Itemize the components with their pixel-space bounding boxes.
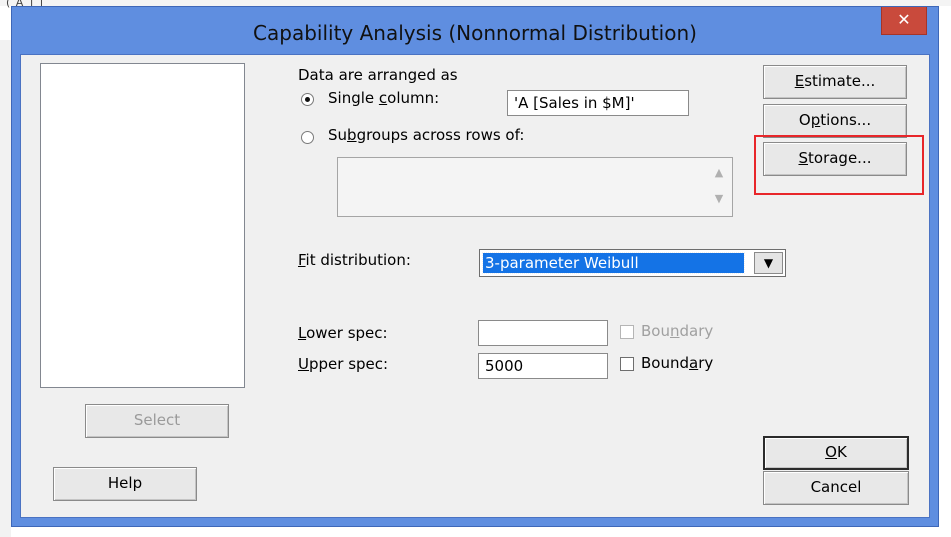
- lower-boundary-label: Boundary: [641, 322, 714, 340]
- subgroups-label[interactable]: Subgroups across rows of:: [328, 126, 524, 144]
- dialog-title: Capability Analysis (Nonnormal Distribut…: [253, 21, 697, 45]
- upper-spec-input[interactable]: 5000: [478, 353, 608, 379]
- single-column-radio[interactable]: [301, 93, 314, 106]
- subgroups-radio[interactable]: [301, 131, 314, 144]
- scroll-down-icon: ▼: [714, 192, 724, 205]
- dropdown-arrow-icon[interactable]: ▼: [754, 252, 783, 274]
- ok-button[interactable]: OK: [763, 436, 909, 470]
- dialog-body: Data are arranged as Single column: 'A […: [20, 54, 930, 518]
- options-button[interactable]: Options...: [763, 104, 907, 138]
- lower-spec-label: Lower spec:: [298, 324, 388, 342]
- select-button: Select: [85, 404, 229, 438]
- storage-highlight: [754, 135, 924, 195]
- fit-distribution-select[interactable]: 3-parameter Weibull ▼: [479, 249, 786, 277]
- upper-spec-label: Upper spec:: [298, 355, 389, 373]
- variable-list[interactable]: [40, 63, 245, 388]
- upper-boundary-label[interactable]: Boundary: [641, 354, 713, 372]
- subgroups-input: ▲ ▼: [337, 157, 733, 217]
- fit-distribution-label: Fit distribution:: [298, 251, 411, 269]
- capability-analysis-dialog: Capability Analysis (Nonnormal Distribut…: [11, 6, 939, 527]
- estimate-button[interactable]: Estimate...: [763, 65, 907, 99]
- help-button[interactable]: Help: [53, 467, 197, 501]
- lower-boundary-checkbox: [620, 325, 634, 339]
- close-button[interactable]: ✕: [881, 7, 927, 35]
- cancel-button[interactable]: Cancel: [763, 471, 909, 505]
- title-bar[interactable]: Capability Analysis (Nonnormal Distribut…: [12, 7, 938, 54]
- lower-spec-input[interactable]: [478, 320, 608, 346]
- single-column-input[interactable]: 'A [Sales in $M]': [507, 90, 689, 116]
- close-icon: ✕: [897, 10, 911, 29]
- arrangement-heading: Data are arranged as: [298, 66, 458, 84]
- upper-boundary-checkbox[interactable]: [620, 357, 634, 371]
- background-window-edge: [0, 40, 11, 537]
- single-column-label[interactable]: Single column:: [328, 89, 439, 107]
- scroll-up-icon: ▲: [714, 166, 724, 179]
- fit-distribution-value: 3-parameter Weibull: [482, 252, 745, 274]
